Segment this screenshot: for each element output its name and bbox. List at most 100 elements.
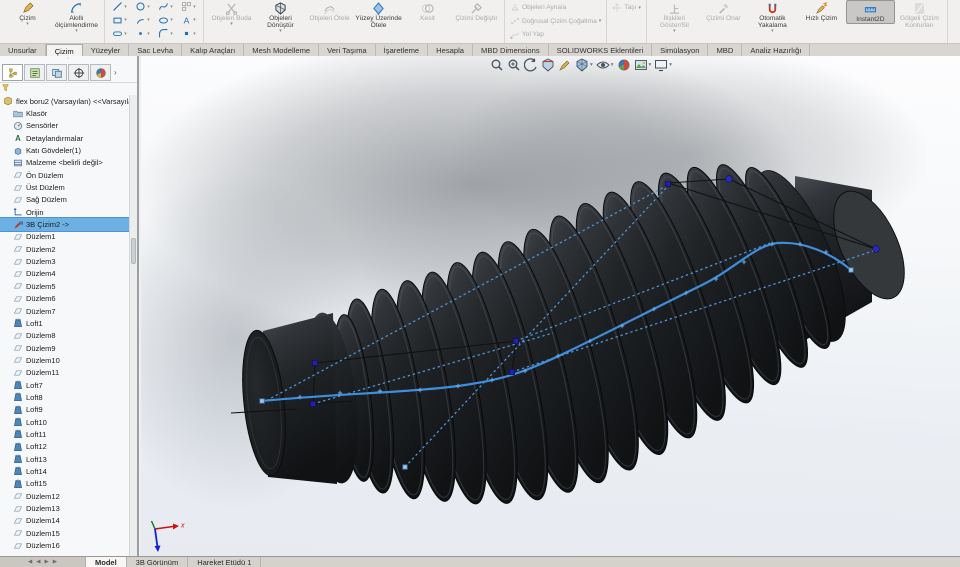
tree-item-d-zlem10[interactable]: Düzlem10 bbox=[0, 354, 129, 366]
ribbon-tab-kal-p-ara-lar-[interactable]: Kalıp Araçları bbox=[182, 44, 245, 56]
tree-item-loft7[interactable]: Loft7 bbox=[0, 379, 129, 391]
tree-item-detayland-rmalar[interactable]: A Detaylandırmalar bbox=[0, 132, 129, 144]
sketch-entity-point-button[interactable]: ▾ bbox=[131, 28, 154, 39]
document-tab-hareket-et-d-1[interactable]: Hareket Etüdü 1 bbox=[188, 557, 262, 567]
tree-item-loft10[interactable]: Loft10 bbox=[0, 416, 129, 428]
sketch-entity-rect-button[interactable]: ▾ bbox=[108, 15, 131, 26]
display-style-button[interactable]: ▾ bbox=[575, 58, 593, 72]
panel-tab-featuremanager-tree[interactable] bbox=[2, 64, 23, 81]
dropdown-caret-icon[interactable]: ▾ bbox=[170, 17, 173, 23]
ribbon-tab--izim[interactable]: Çizim bbox=[45, 44, 83, 56]
dropdown-caret-icon[interactable]: ▾ bbox=[599, 18, 602, 24]
sketch-entity-dot-button[interactable]: ▾ bbox=[177, 28, 200, 39]
ribbon-tab-analiz-haz-rl-[interactable]: Analiz Hazırlığı bbox=[742, 44, 811, 56]
dropdown-caret-icon[interactable]: ▾ bbox=[193, 4, 196, 10]
tree-item-loft11[interactable]: Loft11 bbox=[0, 428, 129, 440]
dropdown-caret-icon[interactable]: ▾ bbox=[649, 62, 652, 68]
dropdown-caret-icon[interactable]: ▾ bbox=[669, 62, 672, 68]
tree-item-d-zlem5[interactable]: Düzlem5 bbox=[0, 280, 129, 292]
ribbon-tab-unsurlar[interactable]: Unsurlar bbox=[0, 44, 46, 56]
make-path-button[interactable]: Yol Yap bbox=[508, 28, 546, 42]
pencil-button[interactable]: Çizim ▾ bbox=[3, 0, 52, 27]
tree-item-loft9[interactable]: Loft9 bbox=[0, 404, 129, 416]
dropdown-caret-icon[interactable]: ▾ bbox=[52, 29, 101, 34]
dropdown-caret-icon[interactable]: ▾ bbox=[147, 4, 150, 10]
scroll-left-icon[interactable]: ◀ bbox=[36, 559, 40, 565]
tree-item-loft1[interactable]: Loft1 bbox=[0, 317, 129, 329]
tree-item-d-zlem3[interactable]: Düzlem3 bbox=[0, 255, 129, 267]
dropdown-caret-icon[interactable]: ▾ bbox=[590, 62, 593, 68]
tree-item-loft13[interactable]: Loft13 bbox=[0, 453, 129, 465]
tree-scrollbar-thumb[interactable] bbox=[131, 238, 136, 264]
tree-scrollbar[interactable] bbox=[129, 95, 137, 556]
tree-item-d-zlem4[interactable]: Düzlem4 bbox=[0, 268, 129, 280]
tree-item-d-zlem16[interactable]: Düzlem16 bbox=[0, 539, 129, 551]
dropdown-caret-icon[interactable]: ▾ bbox=[170, 31, 173, 37]
panel-tab-displaymanager[interactable] bbox=[90, 64, 111, 81]
sketch-entity-slot-button[interactable]: ▾ bbox=[108, 28, 131, 39]
scroll-right-icon[interactable]: ▶ bbox=[45, 559, 49, 565]
tree-item-malzeme-belirli-de-il[interactable]: Malzeme <belirli değil> bbox=[0, 157, 129, 169]
tree-item-sa-d-zlem[interactable]: Sağ Düzlem bbox=[0, 194, 129, 206]
ribbon-tab-solidworks-eklentileri[interactable]: SOLIDWORKS Eklentileri bbox=[549, 44, 653, 56]
panel-expand-chevron-icon[interactable]: › bbox=[114, 68, 117, 77]
tree-item-d-zlem14[interactable]: Düzlem14 bbox=[0, 515, 129, 527]
ribbon-tab-sim-lasyon[interactable]: Simülasyon bbox=[652, 44, 709, 56]
ribbon-tab-mbd[interactable]: MBD bbox=[708, 44, 743, 56]
dropdown-caret-icon[interactable]: ▾ bbox=[124, 17, 127, 23]
dropdown-caret-icon[interactable]: ▾ bbox=[256, 29, 305, 34]
linear-pattern-button[interactable]: Doğrusal Çizim Çoğaltma ▾ bbox=[508, 15, 603, 29]
scroll-right-icon[interactable]: ▶ bbox=[53, 559, 57, 565]
tree-item-d-zlem8[interactable]: Düzlem8 bbox=[0, 330, 129, 342]
document-tab-model[interactable]: Model bbox=[86, 557, 127, 567]
tree-item-d-zlem6[interactable]: Düzlem6 bbox=[0, 293, 129, 305]
zoom-to-fit-button[interactable] bbox=[490, 58, 504, 72]
dropdown-caret-icon[interactable]: ▾ bbox=[748, 29, 797, 34]
tree-item-loft8[interactable]: Loft8 bbox=[0, 391, 129, 403]
dropdown-caret-icon[interactable]: ▾ bbox=[638, 5, 641, 11]
zoom-to-area-button[interactable] bbox=[507, 58, 521, 72]
tab-scroll-arrows[interactable]: ◀ ◀ ▶ ▶ bbox=[0, 557, 86, 567]
panel-tab-configurationmanager[interactable] bbox=[46, 64, 67, 81]
dropdown-caret-icon[interactable]: ▾ bbox=[147, 31, 150, 37]
tree-item-loft12[interactable]: Loft12 bbox=[0, 441, 129, 453]
ribbon-tab-mbd-dimensions[interactable]: MBD Dimensions bbox=[473, 44, 549, 56]
tree-item-d-zlem9[interactable]: Düzlem9 bbox=[0, 342, 129, 354]
mirror-button[interactable]: Objeleri Aynala bbox=[508, 1, 568, 15]
hide-show-items-button[interactable]: ▾ bbox=[596, 58, 614, 72]
dropdown-caret-icon[interactable]: ▾ bbox=[611, 62, 614, 68]
quick-sketch-button[interactable]: Hızlı Çizim bbox=[797, 0, 846, 22]
sketch-entity-line-button[interactable]: ▾ bbox=[108, 1, 131, 12]
instant2d-button[interactable]: Instant2D bbox=[845, 0, 895, 24]
tree-item-klas-r[interactable]: Klasör bbox=[0, 107, 129, 119]
dropdown-caret-icon[interactable]: ▾ bbox=[3, 22, 52, 27]
graphics-viewport[interactable]: x ▾ ▾ ▾ ▾ bbox=[141, 56, 960, 556]
tree-item-d-zlem12[interactable]: Düzlem12 bbox=[0, 490, 129, 502]
view-settings-button[interactable]: ▾ bbox=[654, 58, 672, 72]
sketch-entity-pattern-button[interactable]: ▾ bbox=[177, 1, 200, 12]
convert-button[interactable]: Objeleri Dönüştür ▾ bbox=[256, 0, 305, 34]
tree-item-st-d-zlem[interactable]: Üst Düzlem bbox=[0, 181, 129, 193]
dropdown-caret-icon[interactable]: ▾ bbox=[124, 31, 127, 37]
tree-item-d-zlem2[interactable]: Düzlem2 bbox=[0, 243, 129, 255]
tree-item-loft14[interactable]: Loft14 bbox=[0, 465, 129, 477]
ribbon-tab-y-zeyler[interactable]: Yüzeyler bbox=[83, 44, 130, 56]
intersect-button[interactable]: Kesit bbox=[403, 0, 452, 22]
document-tab-3b-g-r-n-m[interactable]: 3B Görünüm bbox=[127, 557, 189, 567]
sketch-visibility-button[interactable] bbox=[558, 58, 572, 72]
move-button[interactable]: Taşı ▾ bbox=[610, 1, 643, 15]
dropdown-caret-icon[interactable]: ▾ bbox=[170, 4, 173, 10]
tree-item-orijin[interactable]: Orijin bbox=[0, 206, 129, 218]
tree-item-d-zlem11[interactable]: Düzlem11 bbox=[0, 367, 129, 379]
repair-button[interactable]: Çizimi Onar bbox=[699, 0, 748, 22]
panel-tab-propertymanager[interactable] bbox=[24, 64, 45, 81]
smart-dimension-button[interactable]: Akıllı ölçümlendirme ▾ bbox=[52, 0, 101, 34]
sketch-entity-fillet-button[interactable]: ▾ bbox=[154, 28, 177, 39]
shaded-contours-button[interactable]: Gölgeli Çizim Konturları bbox=[895, 0, 944, 29]
tree-item-flex-boru2-varsay-lan-varsay-la[interactable]: flex boru2 (Varsayılan) <<Varsayıla bbox=[0, 95, 129, 107]
tree-item-d-zlem7[interactable]: Düzlem7 bbox=[0, 305, 129, 317]
sketch-entity-spline-button[interactable]: ▾ bbox=[154, 1, 177, 12]
tree-item-kat-g-vdeler-1[interactable]: Katı Gövdeler(1) bbox=[0, 144, 129, 156]
dropdown-caret-icon[interactable]: ▾ bbox=[124, 4, 127, 10]
relations-button[interactable]: İlişkileri Göster/Sil ▾ bbox=[650, 0, 699, 34]
